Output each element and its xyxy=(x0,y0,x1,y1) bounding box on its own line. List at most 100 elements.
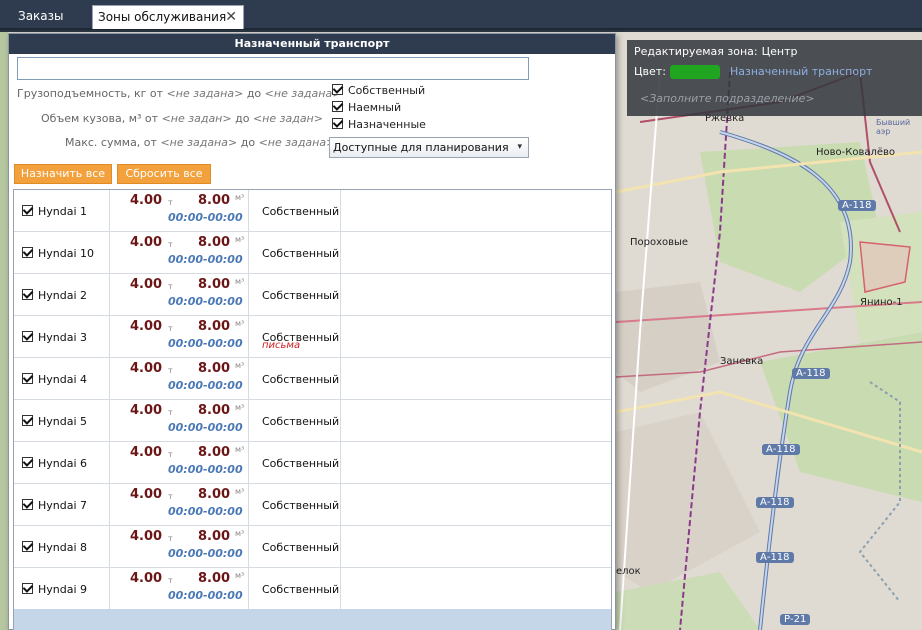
vehicle-table: Hyndai 1 4.00 т 8.00 м³ 00:00-00:00 Собственны… xyxy=(13,189,612,609)
assigned-transport-link[interactable]: Назначенный транспорт xyxy=(730,65,872,78)
zone-info-panel: Редактируемая зона: Центр Цвет: Назначенн… xyxy=(627,40,922,116)
volume-unit: м³ xyxy=(235,235,245,244)
road-label: А-118 xyxy=(756,497,794,508)
vehicle-name-cell: Hyndai 2 xyxy=(14,274,110,315)
road-label: А-118 xyxy=(762,444,800,455)
vehicle-type-cell: Собственный xyxy=(249,358,341,399)
volume-unit: м³ xyxy=(235,319,245,328)
vehicle-type-cell: Собственный xyxy=(249,568,341,609)
tab-orders[interactable]: Заказы xyxy=(8,5,74,29)
volume-to-field[interactable]: <не задан> xyxy=(253,112,323,125)
vehicle-checkbox[interactable]: Hyndai 1 xyxy=(22,205,87,218)
table-row[interactable]: Hyndai 1 4.00 т 8.00 м³ 00:00-00:00 Собственны… xyxy=(14,190,611,232)
vehicle-time-window: 00:00-00:00 xyxy=(168,421,243,434)
vehicle-volume: 8.00 xyxy=(198,235,231,250)
vehicle-capacity: 4.00 xyxy=(130,193,163,208)
vehicle-time-window: 00:00-00:00 xyxy=(168,505,243,518)
vehicle-volume: 8.00 xyxy=(198,487,231,502)
sum-from-field[interactable]: <не задана> xyxy=(160,136,237,149)
capacity-unit: т xyxy=(168,450,173,459)
capacity-from-field[interactable]: <не задана> xyxy=(167,87,244,100)
dialog-title: Назначенный транспорт xyxy=(9,34,615,54)
zone-color-swatch[interactable] xyxy=(670,65,720,79)
own-checkbox[interactable]: Собственный xyxy=(332,84,425,97)
sum-to-field[interactable]: <не задана> xyxy=(259,136,336,149)
checkbox-checked-icon xyxy=(22,331,33,342)
assigned-checkbox-label: Назначенные xyxy=(348,118,426,131)
vehicle-checkbox[interactable]: Hyndai 9 xyxy=(22,583,87,596)
road-label: А-118 xyxy=(838,200,876,211)
vehicle-capacity: 4.00 xyxy=(130,277,163,292)
assigned-checkbox[interactable]: Назначенные xyxy=(332,118,426,131)
table-row[interactable]: Hyndai 7 4.00 т 8.00 м³ 00:00-00:00 Собственны… xyxy=(14,484,611,526)
vehicle-name: Hyndai 4 xyxy=(38,373,88,386)
checkbox-checked-icon xyxy=(22,415,33,426)
table-row[interactable]: Hyndai 9 4.00 т 8.00 м³ 00:00-00:00 Собственны… xyxy=(14,568,611,609)
vehicle-specs-cell: 4.00 т 8.00 м³ 00:00-00:00 xyxy=(110,568,249,609)
table-row[interactable]: Hyndai 8 4.00 т 8.00 м³ 00:00-00:00 Собственны… xyxy=(14,526,611,568)
assign-all-button[interactable]: Назначить все xyxy=(14,164,112,184)
sum-filter-label: Макс. сумма, от xyxy=(65,136,157,149)
hired-checkbox-label: Наемный xyxy=(348,101,402,114)
vehicle-type-cell: Собственный xyxy=(249,526,341,567)
table-row[interactable]: Hyndai 2 4.00 т 8.00 м³ 00:00-00:00 Собственны… xyxy=(14,274,611,316)
tab-service-zones[interactable]: Зоны обслуживания ✕ xyxy=(92,5,244,29)
vehicle-time-window: 00:00-00:00 xyxy=(168,211,243,224)
close-icon[interactable]: ✕ xyxy=(225,6,237,28)
subdivision-field[interactable]: <Заполните подразделение> xyxy=(640,92,815,105)
vehicle-specs-cell: 4.00 т 8.00 м³ 00:00-00:00 xyxy=(110,442,249,483)
vehicle-volume: 8.00 xyxy=(198,571,231,586)
table-row[interactable]: Hyndai 10 4.00 т 8.00 м³ 00:00-00:00 Собственн… xyxy=(14,232,611,274)
vehicle-name: Hyndai 9 xyxy=(38,583,88,596)
capacity-unit: т xyxy=(168,408,173,417)
vehicle-name-cell: Hyndai 1 xyxy=(14,190,110,231)
vehicle-specs-cell: 4.00 т 8.00 м³ 00:00-00:00 xyxy=(110,484,249,525)
volume-unit: м³ xyxy=(235,277,245,286)
table-row[interactable]: Hyndai 5 4.00 т 8.00 м³ 00:00-00:00 Собственны… xyxy=(14,400,611,442)
vehicle-type-cell: Собственный xyxy=(249,400,341,441)
vehicle-name: Hyndai 5 xyxy=(38,415,88,428)
vehicle-name: Hyndai 6 xyxy=(38,457,88,470)
vehicle-checkbox[interactable]: Hyndai 3 xyxy=(22,331,87,344)
hired-checkbox[interactable]: Наемный xyxy=(332,101,401,114)
vehicle-type-cell: Собственный xyxy=(249,232,341,273)
reset-all-button[interactable]: Сбросить все xyxy=(117,164,211,184)
vehicle-checkbox[interactable]: Hyndai 2 xyxy=(22,289,87,302)
map-label: Пороховые xyxy=(630,237,689,248)
vehicle-checkbox[interactable]: Hyndai 10 xyxy=(22,247,94,260)
vehicle-checkbox[interactable]: Hyndai 7 xyxy=(22,499,87,512)
vehicle-time-window: 00:00-00:00 xyxy=(168,295,243,308)
map-label: Бывший аэр xyxy=(876,118,911,136)
checkbox-checked-icon xyxy=(22,541,33,552)
vehicle-time-window: 00:00-00:00 xyxy=(168,379,243,392)
zone-name-row: Редактируемая зона: Центр xyxy=(634,45,797,58)
vehicle-checkbox[interactable]: Hyndai 6 xyxy=(22,457,87,470)
volume-from-field[interactable]: <не задан> xyxy=(162,112,232,125)
vehicle-capacity: 4.00 xyxy=(130,403,163,418)
vehicle-note: письма xyxy=(262,340,301,351)
vehicle-checkbox[interactable]: Hyndai 8 xyxy=(22,541,87,554)
road-label: А-118 xyxy=(792,368,830,379)
table-row[interactable]: Hyndai 6 4.00 т 8.00 м³ 00:00-00:00 Собственны… xyxy=(14,442,611,484)
vehicle-type: Собственный xyxy=(262,583,340,596)
vehicle-capacity: 4.00 xyxy=(130,571,163,586)
vehicle-name-cell: Hyndai 7 xyxy=(14,484,110,525)
map-label: Ново-Ковалёво xyxy=(816,147,896,158)
capacity-to-label: до xyxy=(246,87,262,100)
vehicle-checkbox[interactable]: Hyndai 4 xyxy=(22,373,87,386)
road-label: Р-21 xyxy=(780,614,811,625)
table-row[interactable]: Hyndai 4 4.00 т 8.00 м³ 00:00-00:00 Собственны… xyxy=(14,358,611,400)
availability-select[interactable]: Доступные для планирования ▾ xyxy=(329,137,529,158)
search-input[interactable] xyxy=(17,57,529,80)
vehicle-checkbox[interactable]: Hyndai 5 xyxy=(22,415,87,428)
checkbox-checked-icon xyxy=(332,84,343,95)
vehicle-name-cell: Hyndai 4 xyxy=(14,358,110,399)
capacity-to-field[interactable]: <не задана> xyxy=(265,87,342,100)
vehicle-type-cell: Собственный xyxy=(249,442,341,483)
table-row[interactable]: Hyndai 3 4.00 т 8.00 м³ 00:00-00:00 Собственны… xyxy=(14,316,611,358)
volume-unit: м³ xyxy=(235,487,245,496)
own-checkbox-label: Собственный xyxy=(348,84,426,97)
vehicle-type-cell: Собственный письма xyxy=(249,316,341,357)
chevron-down-icon: ▾ xyxy=(517,142,522,152)
vehicle-type: Собственный xyxy=(262,373,340,386)
